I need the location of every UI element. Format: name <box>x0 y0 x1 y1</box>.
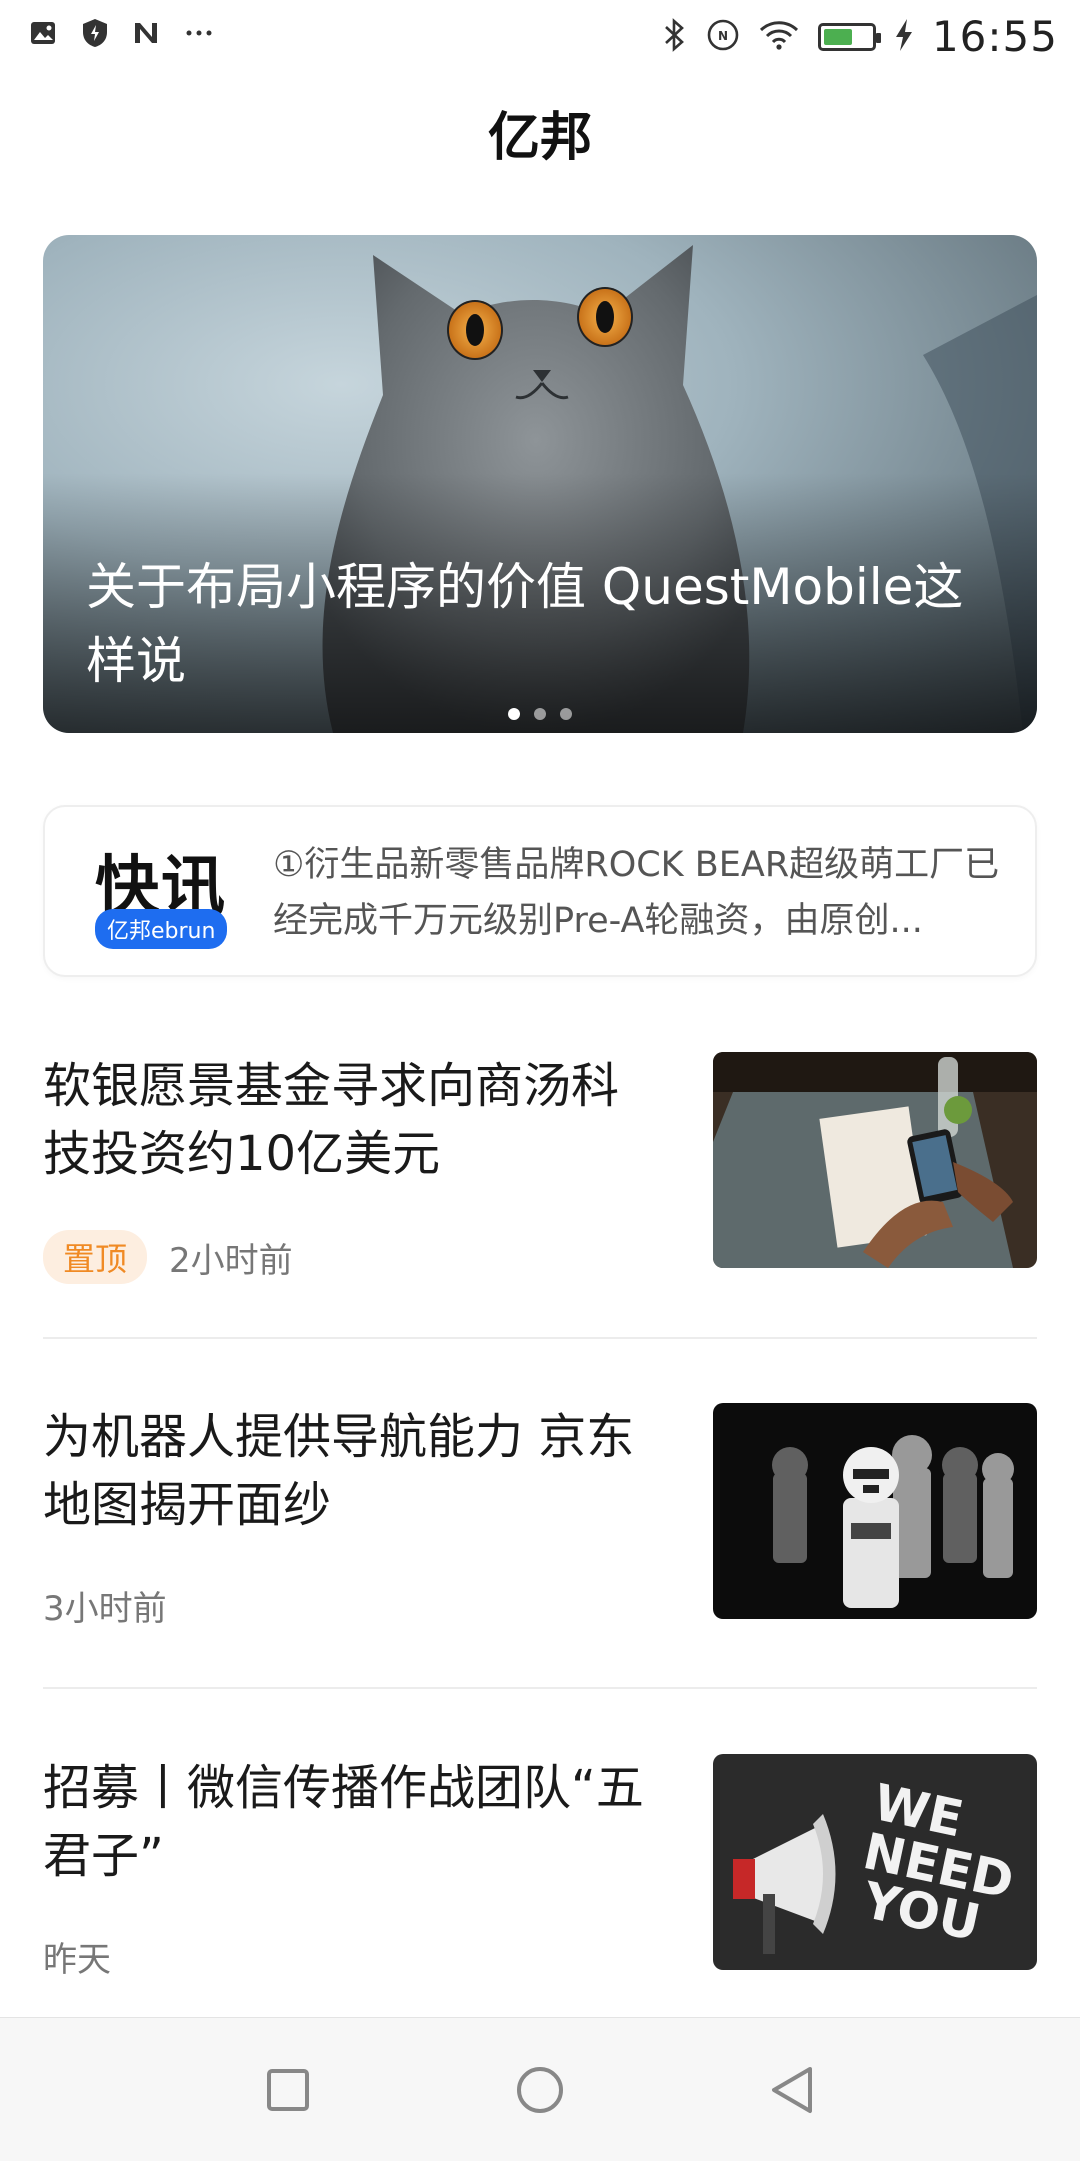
page-title: 亿邦 <box>487 108 592 168</box>
article-item[interactable]: 为机器人提供导航能力 京东地图揭开面纱 3小时前 <box>43 1403 1037 1629</box>
carousel-dot[interactable] <box>508 708 520 720</box>
article-meta: 置顶 2小时前 <box>43 1230 293 1284</box>
back-icon[interactable] <box>762 2060 822 2120</box>
status-bar: N 16:55 <box>0 0 1080 70</box>
n-icon <box>132 18 162 48</box>
home-icon[interactable] <box>510 2060 570 2120</box>
notification-icons <box>28 18 214 48</box>
navigation-bar <box>0 2017 1080 2161</box>
banner-title[interactable]: 关于布局小程序的价值 QuestMobile这样说 <box>86 550 1006 698</box>
phone-on-table-image <box>713 1052 1037 1268</box>
article-thumbnail[interactable] <box>713 1403 1037 1619</box>
battery-icon <box>817 22 881 51</box>
article-item[interactable]: 软银愿景基金寻求向商汤科技投资约10亿美元 置顶 2小时前 <box>43 1052 1037 1284</box>
banner-carousel[interactable]: 关于布局小程序的价值 QuestMobile这样说 <box>43 235 1037 733</box>
nfc-icon: N <box>706 18 740 56</box>
clock: 16:55 <box>931 12 1058 61</box>
article-meta: 昨天 <box>43 1932 111 1981</box>
megaphone-image: WE NEED YOU <box>713 1754 1037 1970</box>
battery-level <box>823 28 852 45</box>
pinned-badge: 置顶 <box>43 1230 148 1284</box>
shield-icon <box>80 18 110 48</box>
article-title[interactable]: 软银愿景基金寻求向商汤科技投资约10亿美元 <box>43 1052 663 1188</box>
article-title[interactable]: 招募丨微信传播作战团队“五君子” <box>43 1754 663 1890</box>
article-title[interactable]: 为机器人提供导航能力 京东地图揭开面纱 <box>43 1403 663 1539</box>
carousel-dot[interactable] <box>534 708 546 720</box>
article-time: 3小时前 <box>43 1589 167 1629</box>
carousel-indicator <box>43 708 1037 720</box>
recent-apps-icon[interactable] <box>258 2060 318 2120</box>
image-icon <box>28 18 58 48</box>
system-icons: N 16:55 <box>662 12 1058 61</box>
article-time: 2小时前 <box>169 1240 293 1281</box>
carousel-dot[interactable] <box>560 708 572 720</box>
article-meta: 3小时前 <box>43 1581 167 1630</box>
divider <box>43 1337 1037 1339</box>
wifi-icon <box>758 19 800 55</box>
divider <box>43 1687 1037 1689</box>
bluetooth-icon <box>662 17 688 56</box>
article-thumbnail[interactable]: WE NEED YOU <box>713 1754 1037 1970</box>
flash-news-text[interactable]: ①衍生品新零售品牌ROCK BEAR超级萌工厂已经完成千万元级别Pre-A轮融资… <box>273 837 1003 949</box>
article-thumbnail[interactable] <box>713 1052 1037 1268</box>
svg-text:N: N <box>718 29 728 43</box>
article-item[interactable]: 招募丨微信传播作战团队“五君子” 昨天 WE NEED YOU <box>43 1754 1037 1980</box>
flash-news-badge: 亿邦ebrun <box>95 909 228 949</box>
article-time: 昨天 <box>43 1940 111 1980</box>
stormtrooper-image <box>713 1403 1037 1619</box>
flash-news-card[interactable]: 快讯 亿邦ebrun ①衍生品新零售品牌ROCK BEAR超级萌工厂已经完成千万… <box>43 805 1037 977</box>
more-dots-icon <box>184 18 214 48</box>
charging-icon <box>894 18 914 56</box>
